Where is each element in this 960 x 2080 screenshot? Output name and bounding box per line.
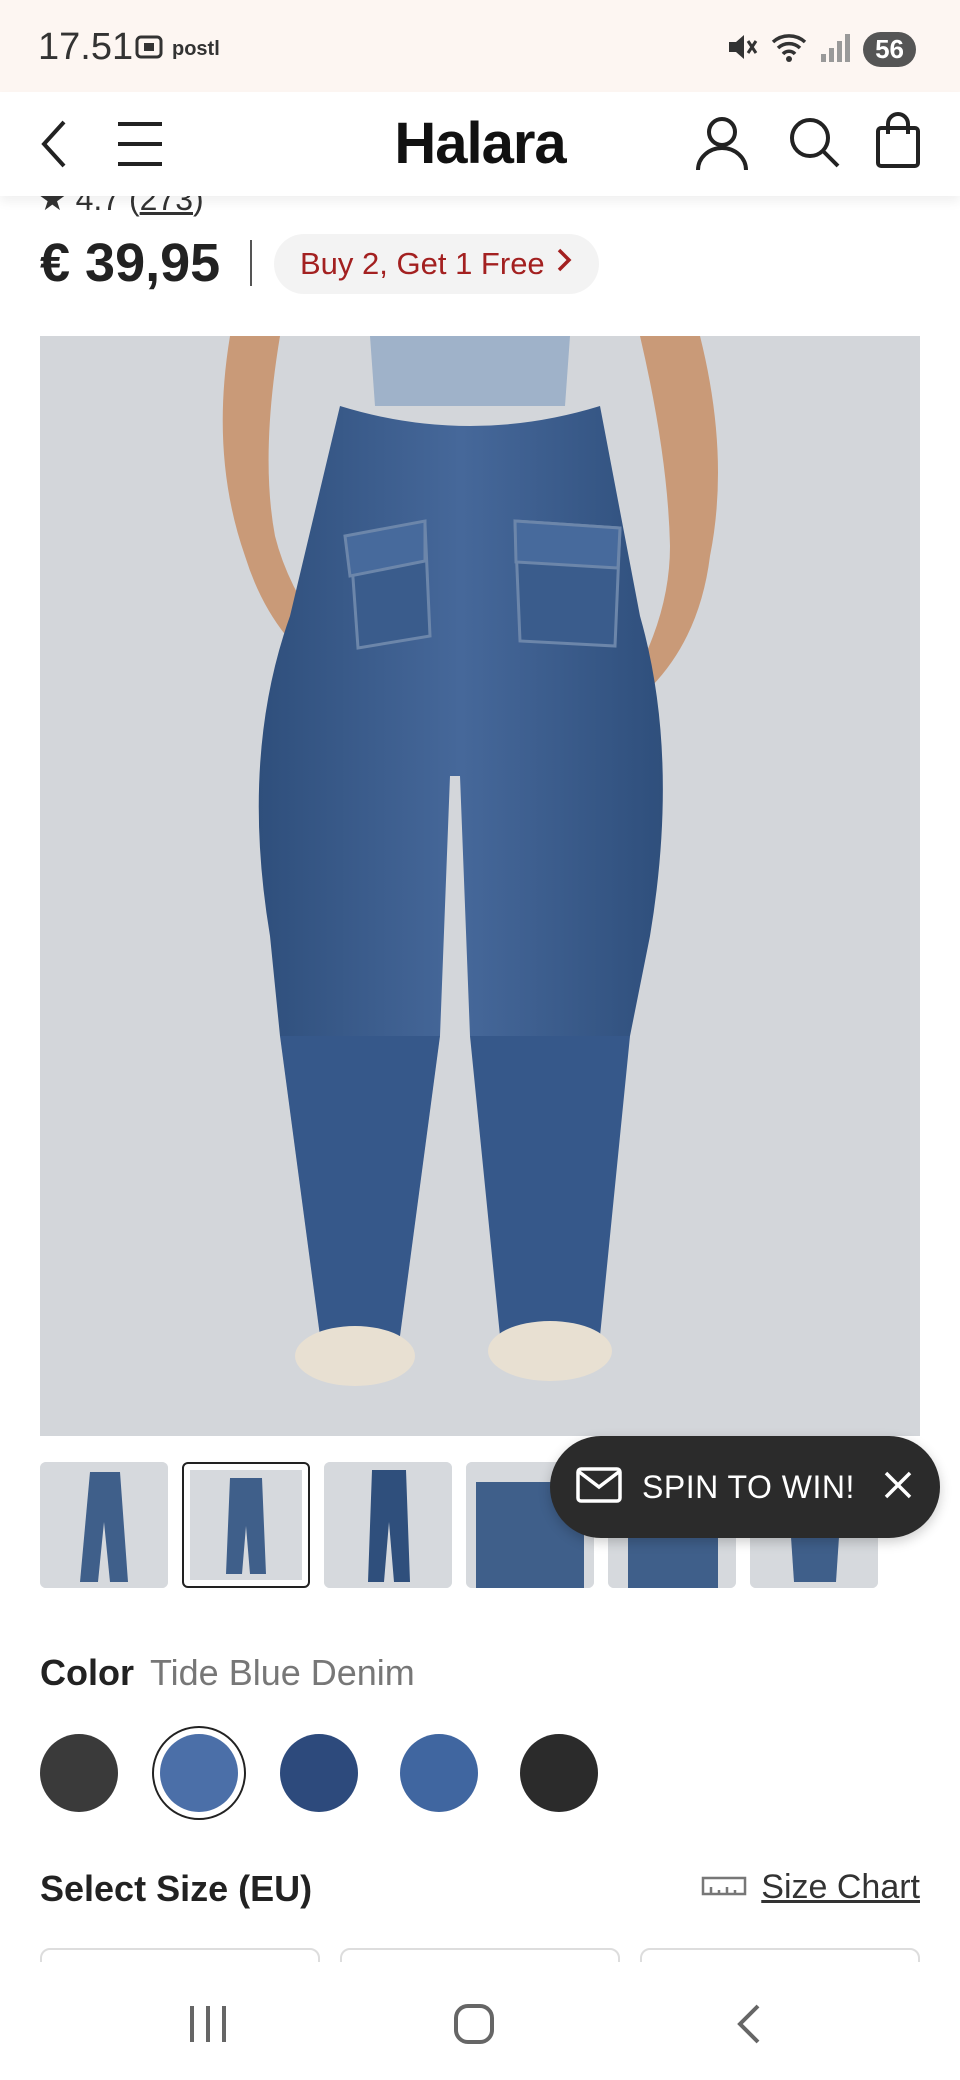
size-label: Select Size (EU) xyxy=(40,1868,313,1909)
color-label: Color xyxy=(40,1652,134,1693)
color-swatch-2[interactable] xyxy=(152,1726,246,1820)
color-swatch-5[interactable] xyxy=(520,1734,598,1812)
color-section: Color Tide Blue Denim xyxy=(40,1652,415,1694)
status-right-icons: 56 xyxy=(725,30,916,69)
promo-label: Buy 2, Get 1 Free xyxy=(300,246,545,281)
color-swatches xyxy=(40,1726,598,1820)
app-header: Halara xyxy=(0,92,960,196)
search-icon[interactable] xyxy=(786,114,842,175)
price-divider xyxy=(250,240,252,286)
color-selected-value: Tide Blue Denim xyxy=(150,1652,415,1693)
recents-icon[interactable] xyxy=(186,2002,230,2051)
product-price: € 39,95 xyxy=(40,233,221,293)
status-app-label: postl xyxy=(172,38,220,60)
nav-back-icon[interactable] xyxy=(728,2002,772,2051)
user-icon[interactable] xyxy=(694,112,750,177)
status-bar: 17.51 postl 56 xyxy=(0,0,960,92)
status-time: 17.51 xyxy=(38,26,134,68)
promo-badge[interactable]: Buy 2, Get 1 Free xyxy=(274,234,599,294)
thumbnail-2[interactable] xyxy=(182,1462,310,1588)
close-icon[interactable] xyxy=(882,1469,914,1506)
thumbnail-1[interactable] xyxy=(40,1462,168,1588)
color-swatch-1[interactable] xyxy=(40,1734,118,1812)
screenshot-icon xyxy=(134,32,164,67)
mail-icon xyxy=(576,1466,622,1508)
status-left-icons: postl xyxy=(134,32,220,67)
battery-indicator: 56 xyxy=(863,32,916,67)
size-chart-label: Size Chart xyxy=(761,1868,920,1906)
size-chart-link[interactable]: Size Chart xyxy=(701,1868,920,1907)
color-swatch-3[interactable] xyxy=(280,1734,358,1812)
spin-to-win-popup[interactable]: SPIN TO WIN! xyxy=(550,1436,940,1538)
system-nav-bar xyxy=(0,1962,960,2080)
bag-icon[interactable] xyxy=(874,112,922,175)
ruler-icon xyxy=(701,1868,747,1907)
signal-icon xyxy=(819,30,853,69)
chevron-right-icon xyxy=(555,246,573,282)
color-swatch-4[interactable] xyxy=(400,1734,478,1812)
mute-icon xyxy=(725,30,759,69)
product-main-image[interactable] xyxy=(40,336,920,1436)
home-icon[interactable] xyxy=(452,2002,496,2051)
thumbnail-3[interactable] xyxy=(324,1462,452,1588)
wifi-icon xyxy=(769,30,809,69)
spin-label: SPIN TO WIN! xyxy=(642,1468,855,1505)
